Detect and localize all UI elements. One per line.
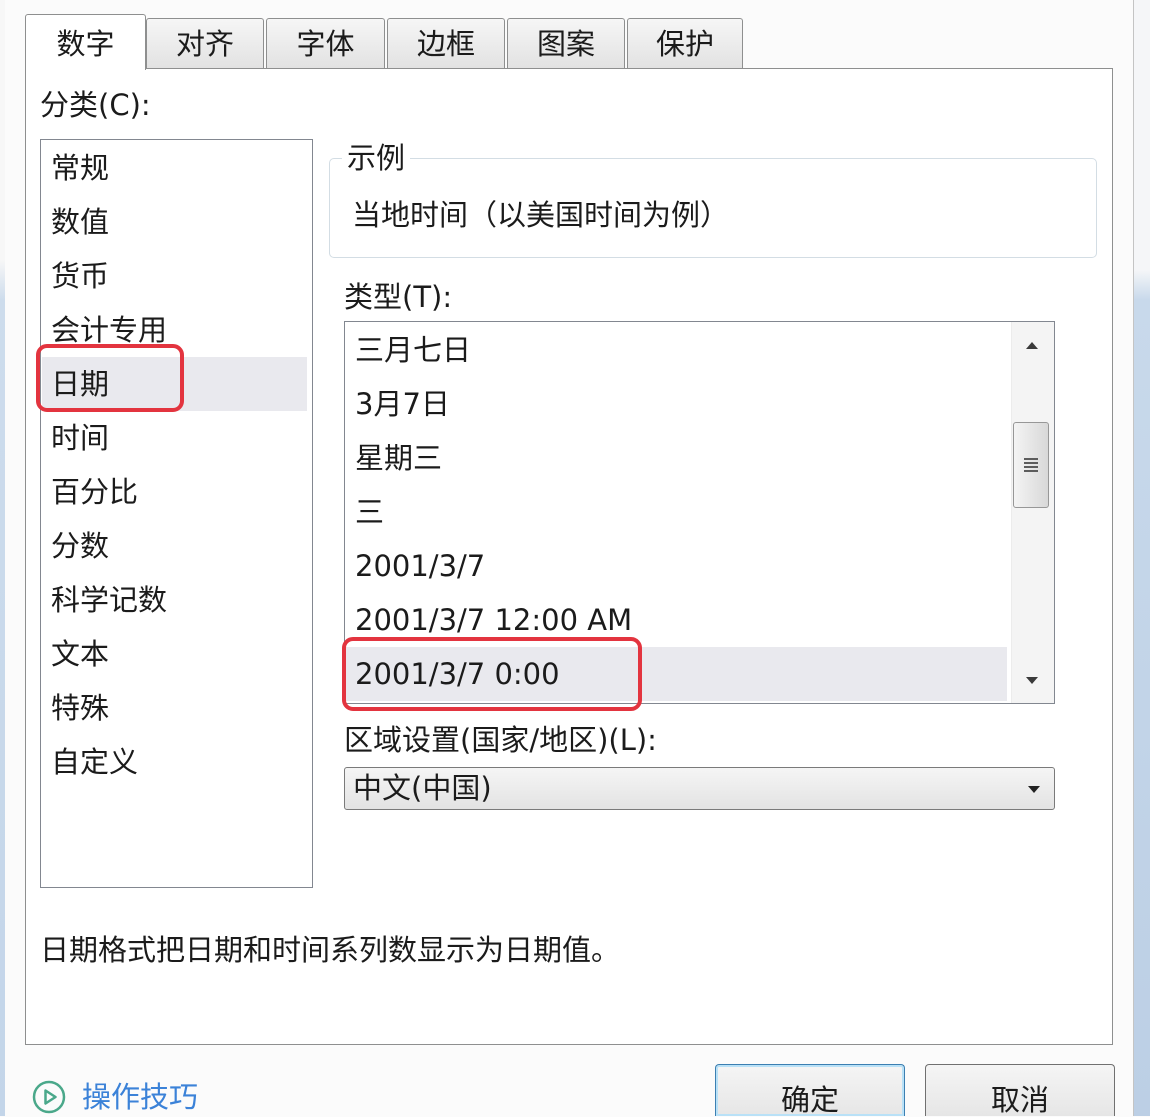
ok-button[interactable]: 确定 (715, 1064, 905, 1116)
tab-protection[interactable]: 保护 (627, 18, 743, 68)
type-list-item-label: 2001/3/7 (355, 549, 486, 583)
type-list[interactable]: 三月七日 3月7日 星期三 三 2001/3/7 2001/3/7 12:00 … (342, 321, 1055, 711)
tips-link-label[interactable]: 操作技巧 (82, 1080, 198, 1114)
category-item-label: 特殊 (51, 691, 110, 725)
format-cells-dialog: 数字 对齐 字体 边框 图案 保护 分类(C): 常规 数值 货币 会计专用 日… (0, 0, 1150, 1116)
category-label: 分类(C): (40, 88, 151, 122)
type-label: 类型(T): (344, 280, 453, 314)
type-list-item-label: 星期三 (355, 441, 443, 475)
type-list-item-label: 3月7日 (355, 387, 450, 421)
type-list-item[interactable]: 3月7日 (346, 377, 1007, 431)
scroll-thumb[interactable] (1013, 421, 1049, 508)
category-item-time[interactable]: 时间 (42, 411, 307, 465)
category-item-accounting[interactable]: 会计专用 (42, 303, 307, 357)
type-list-item[interactable]: 2001/3/7 (346, 539, 1007, 593)
category-description: 日期格式把日期和时间系列数显示为日期值。 (40, 933, 621, 967)
category-item-label: 常规 (51, 151, 110, 185)
type-list-item[interactable]: 2001/3/7 0:00 (342, 637, 1007, 711)
category-item-label: 文本 (51, 637, 110, 671)
category-item-label: 日期 (51, 367, 110, 401)
window-frame-left (0, 0, 5, 1116)
category-item-general[interactable]: 常规 (42, 141, 307, 195)
category-item-label: 分数 (51, 529, 110, 563)
category-item-label: 自定义 (51, 745, 139, 779)
play-circle-icon[interactable] (32, 1080, 66, 1114)
sample-text: 当地时间（以美国时间为例） (352, 198, 730, 232)
sample-groupbox: 示例 当地时间（以美国时间为例） (329, 141, 1097, 258)
category-item-percentage[interactable]: 百分比 (42, 465, 307, 519)
type-list-item[interactable]: 星期三 (346, 431, 1007, 485)
scroll-up-arrow-icon[interactable] (1026, 342, 1038, 349)
type-list-item[interactable]: 2001/3/7 12:00 AM (346, 593, 1007, 647)
category-item-label: 数值 (51, 205, 110, 239)
category-item-text[interactable]: 文本 (42, 627, 307, 681)
cancel-button[interactable]: 取消 (925, 1064, 1115, 1116)
locale-select-value: 中文(中国) (353, 771, 492, 805)
grip-icon (1024, 457, 1038, 472)
tab-border[interactable]: 边框 (387, 18, 505, 68)
tips-link[interactable]: 操作技巧 (32, 1080, 232, 1114)
category-item-label: 会计专用 (51, 313, 168, 347)
window-frame-right (1133, 0, 1150, 1116)
category-item-label: 科学记数 (51, 583, 168, 617)
category-item-date[interactable]: 日期 (36, 344, 307, 412)
scroll-down-arrow-icon[interactable] (1026, 677, 1038, 684)
tab-number[interactable]: 数字 (25, 14, 146, 70)
chevron-down-icon[interactable] (1028, 786, 1040, 793)
type-list-item-label: 2001/3/7 12:00 AM (355, 603, 633, 637)
category-item-fraction[interactable]: 分数 (42, 519, 307, 573)
tab-pattern[interactable]: 图案 (507, 18, 625, 68)
category-item-label: 百分比 (51, 475, 139, 509)
category-item-currency[interactable]: 货币 (42, 249, 307, 303)
locale-select[interactable]: 中文(中国) (344, 767, 1055, 810)
category-item-special[interactable]: 特殊 (42, 681, 307, 735)
type-list-item-label: 2001/3/7 0:00 (355, 657, 560, 691)
tab-font[interactable]: 字体 (266, 18, 385, 68)
tab-alignment[interactable]: 对齐 (146, 18, 264, 68)
category-item-label: 货币 (51, 259, 110, 293)
sample-legend: 示例 (342, 141, 411, 175)
category-item-number[interactable]: 数值 (42, 195, 307, 249)
type-list-item-label: 三月七日 (355, 333, 472, 367)
type-list-item[interactable]: 三月七日 (346, 323, 1007, 377)
locale-label: 区域设置(国家/地区)(L): (344, 723, 657, 757)
type-list-scrollbar[interactable] (1011, 322, 1054, 703)
category-item-label: 时间 (51, 421, 110, 455)
category-list[interactable]: 常规 数值 货币 会计专用 日期 时间 百分比 分数 科学记数 文本 特殊 自定… (36, 139, 313, 888)
type-list-item[interactable]: 三 (346, 485, 1007, 539)
category-item-scientific[interactable]: 科学记数 (42, 573, 307, 627)
type-list-item-label: 三 (355, 495, 385, 529)
category-item-custom[interactable]: 自定义 (42, 735, 307, 789)
